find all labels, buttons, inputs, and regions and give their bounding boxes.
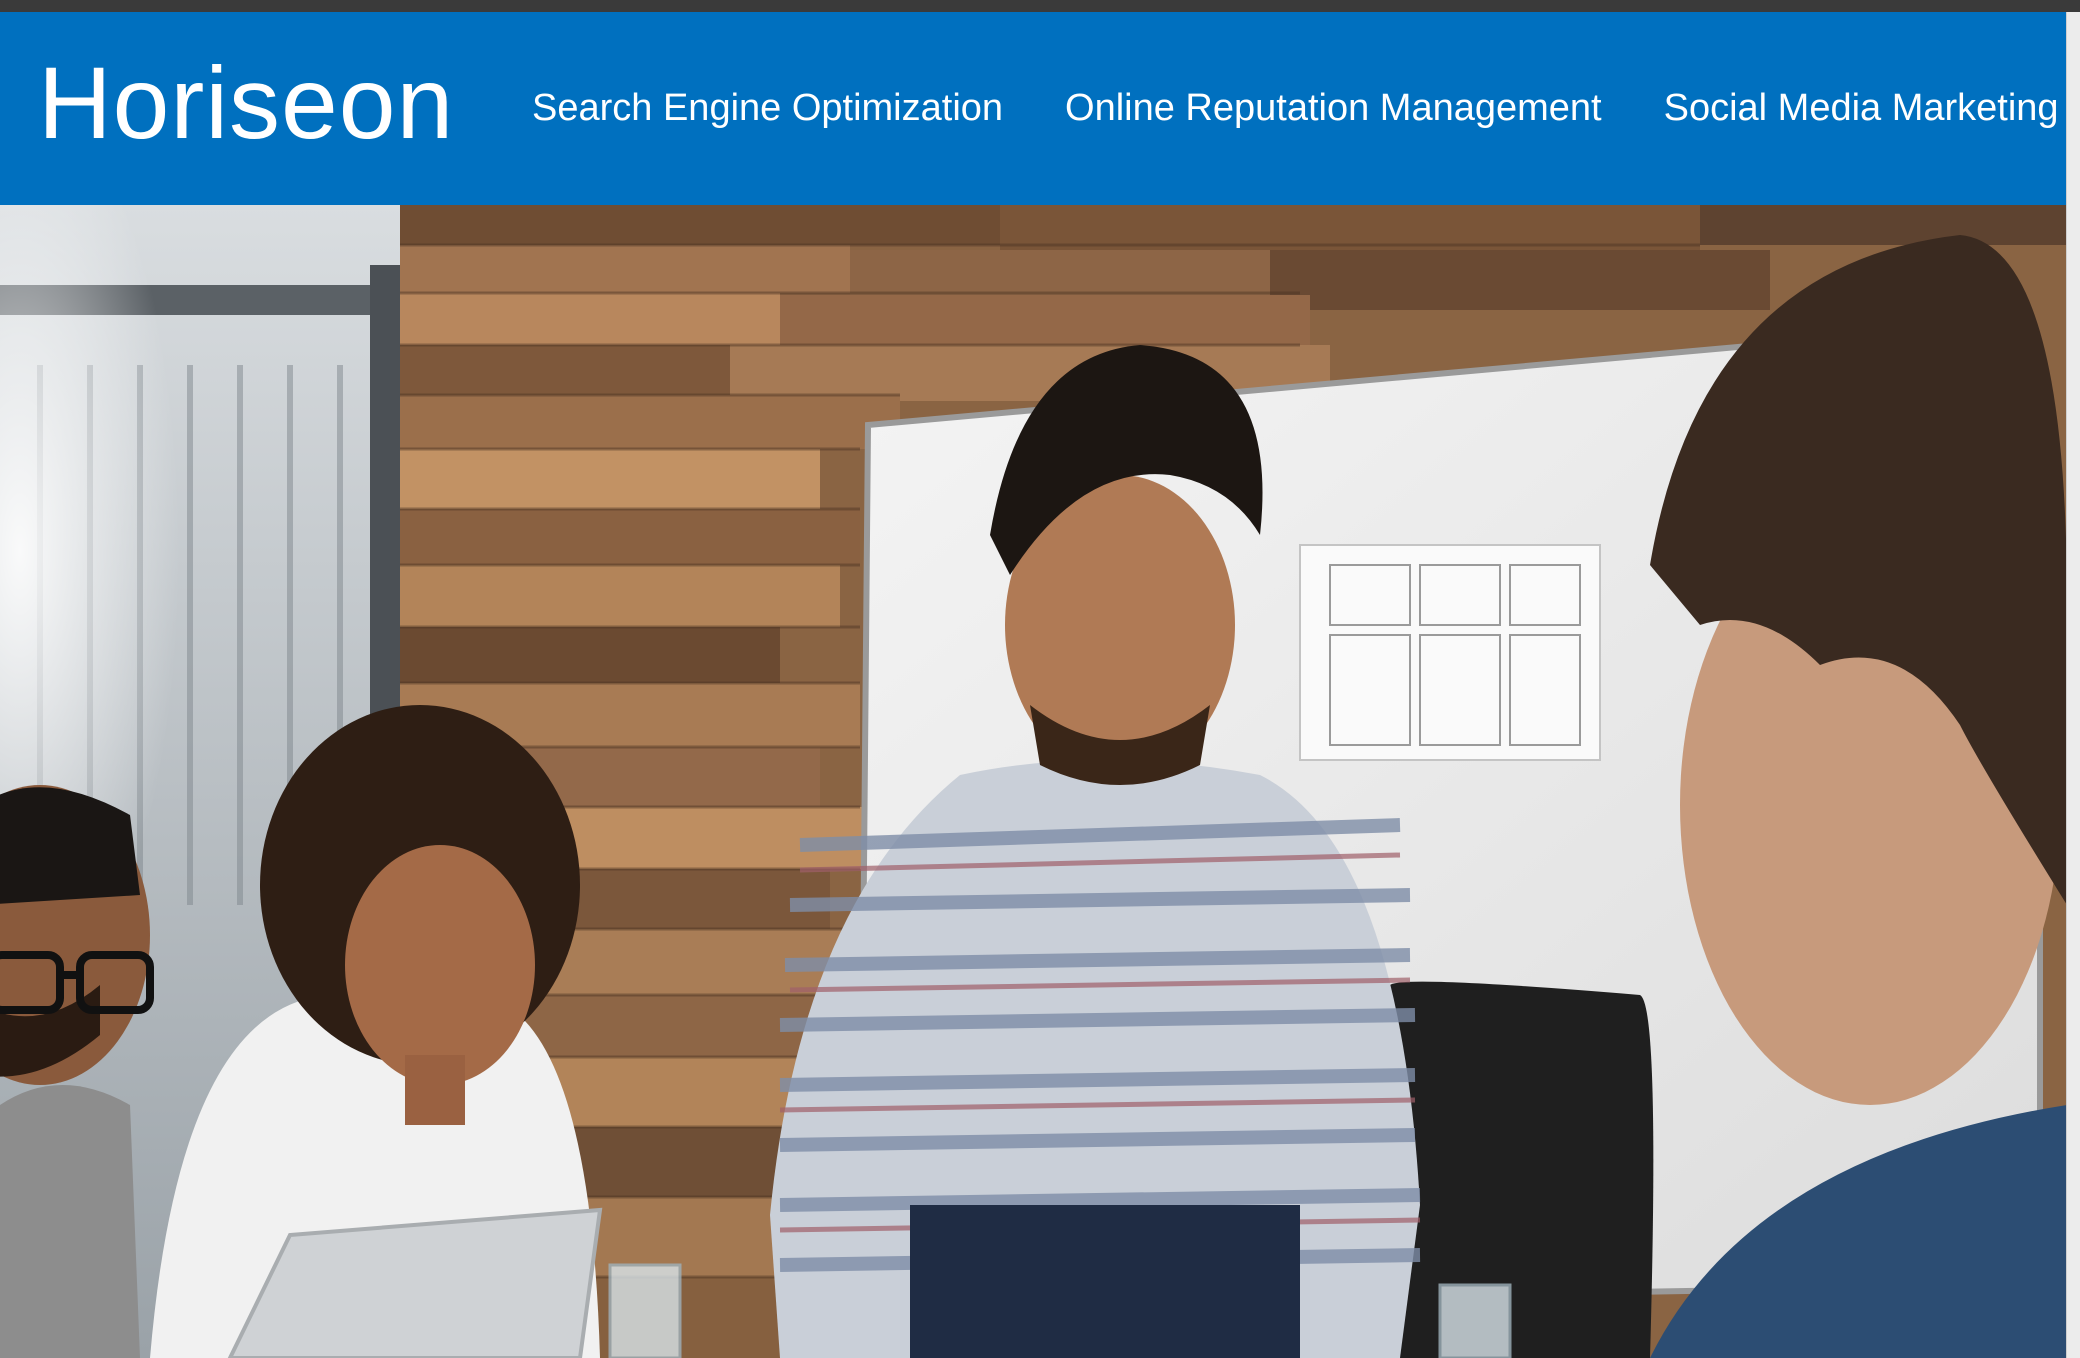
nav-link-social-media-marketing[interactable]: Social Media Marketing <box>1664 87 2059 130</box>
nav-link-online-reputation-management[interactable]: Online Reputation Management <box>1065 87 1602 130</box>
nav-link-search-engine-optimization[interactable]: Search Engine Optimization <box>532 87 1003 130</box>
web-page: Horiseon Search Engine Optimization Onli… <box>0 12 2067 1358</box>
browser-top-strip <box>0 0 2080 12</box>
site-header: Horiseon Search Engine Optimization Onli… <box>0 12 2067 205</box>
window-scrollbar[interactable] <box>2066 12 2080 1358</box>
main-nav: Search Engine Optimization Online Reputa… <box>532 87 2059 130</box>
hero-image <box>0 205 2067 1358</box>
site-logo[interactable]: Horiseon <box>38 52 454 154</box>
